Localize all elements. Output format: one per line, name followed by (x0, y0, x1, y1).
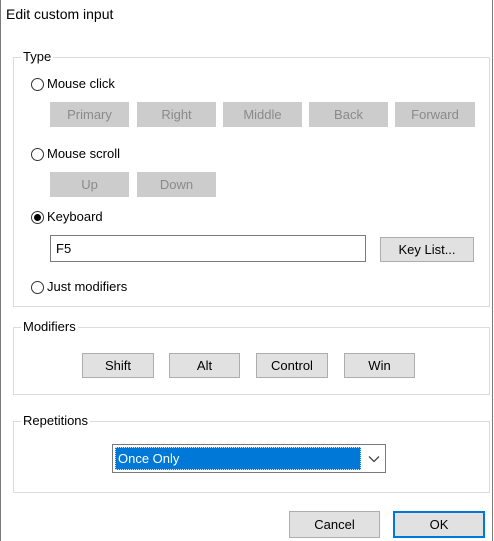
scroll-down-button[interactable]: Down (137, 172, 216, 197)
window-frame-right (492, 0, 493, 541)
chevron-down-icon[interactable] (363, 445, 385, 472)
radio-label-keyboard: Keyboard (47, 209, 103, 224)
radio-label-mouse-click: Mouse click (47, 76, 115, 91)
radio-label-just-modifiers: Just modifiers (47, 279, 128, 294)
middle-button[interactable]: Middle (223, 102, 302, 127)
radio-circle-just-modifiers (31, 280, 44, 294)
key-list-button[interactable]: Key List... (380, 237, 474, 262)
window-frame-left (0, 0, 1, 541)
repetitions-legend: Repetitions (21, 413, 91, 429)
cancel-button[interactable]: Cancel (289, 511, 380, 538)
primary-button[interactable]: Primary (50, 102, 129, 127)
back-button[interactable]: Back (309, 102, 388, 127)
key-input[interactable]: F5 (50, 235, 366, 262)
window-title: Edit custom input (6, 6, 114, 22)
control-button[interactable]: Control (256, 353, 328, 378)
ok-button[interactable]: OK (393, 511, 485, 538)
shift-button[interactable]: Shift (82, 353, 154, 378)
forward-button[interactable]: Forward (395, 102, 475, 127)
radio-mouse-click[interactable]: Mouse click (31, 76, 115, 92)
right-button[interactable]: Right (137, 102, 216, 127)
radio-label-mouse-scroll: Mouse scroll (47, 146, 120, 161)
radio-circle-mouse-scroll (31, 147, 44, 161)
radio-just-modifiers[interactable]: Just modifiers (31, 279, 127, 295)
radio-keyboard[interactable]: Keyboard (31, 209, 103, 225)
radio-circle-mouse-click (31, 77, 44, 91)
modifiers-legend: Modifiers (21, 319, 78, 335)
win-button[interactable]: Win (344, 353, 415, 378)
scroll-up-button[interactable]: Up (50, 172, 129, 197)
repetitions-selected-value: Once Only (115, 447, 361, 470)
alt-button[interactable]: Alt (169, 353, 240, 378)
type-legend: Type (21, 49, 54, 65)
radio-circle-keyboard (31, 210, 44, 224)
repetitions-select[interactable]: Once Only (112, 444, 386, 473)
radio-mouse-scroll[interactable]: Mouse scroll (31, 146, 120, 162)
